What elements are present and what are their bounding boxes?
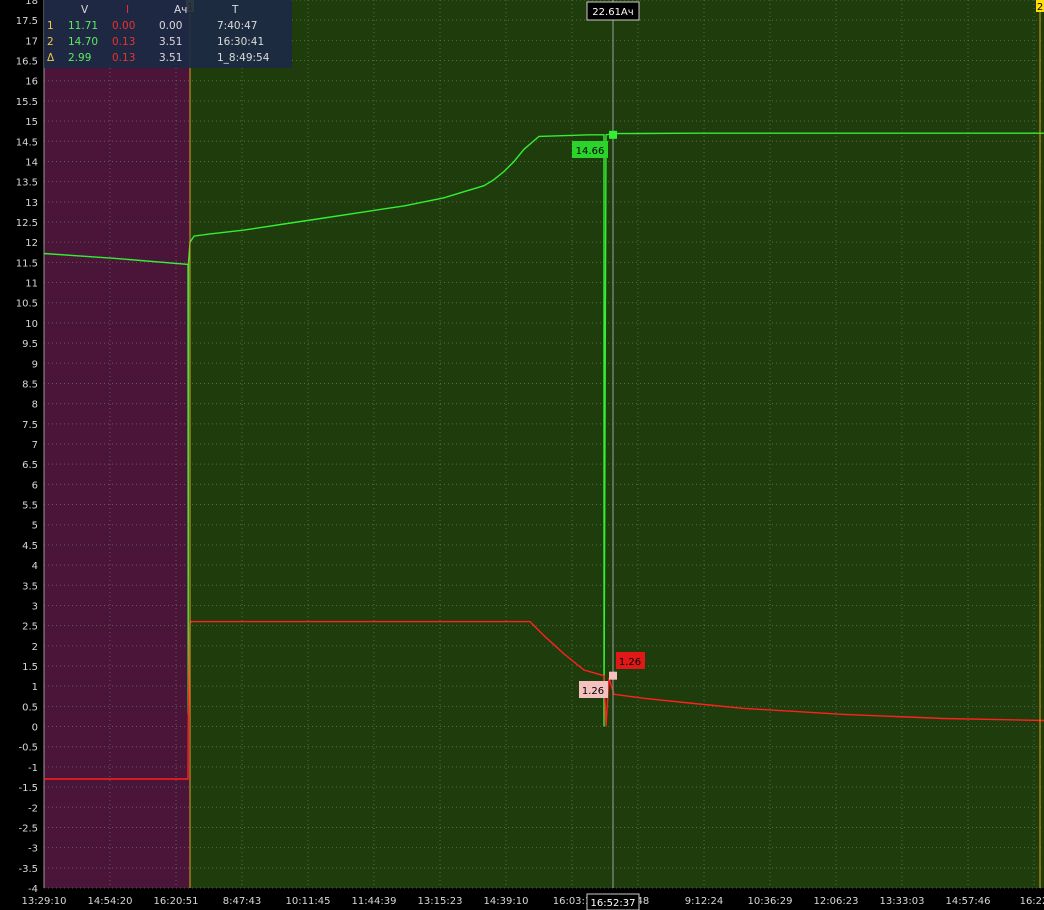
y-tick-label: 13 — [25, 198, 38, 209]
y-tick-label: 11.5 — [16, 258, 38, 269]
info-row1-id: 1 — [47, 20, 54, 32]
info-row1-t: 7:40:47 — [217, 20, 258, 32]
info-row2-id: 2 — [47, 36, 54, 48]
cursor-time-label: 16:52:37 — [591, 898, 636, 909]
x-tick-label: 16:20:51 — [154, 896, 199, 907]
current-value-label-right: 1.26 — [619, 657, 641, 668]
x-tick-label: 14:54:20 — [88, 896, 133, 907]
y-tick-label: 14 — [25, 157, 38, 168]
y-tick-label: 10.5 — [16, 299, 38, 310]
info-delta-id: Δ — [47, 52, 55, 64]
x-tick-label: 14:57:46 — [946, 896, 991, 907]
y-tick-label: 17.5 — [16, 16, 38, 27]
x-tick-label: 11:44:39 — [352, 896, 397, 907]
y-tick-label: 0 — [32, 723, 38, 734]
x-tick-label: 8:47:43 — [223, 896, 262, 907]
y-tick-label: -1.5 — [18, 783, 38, 794]
y-tick-label: 12.5 — [16, 218, 38, 229]
y-tick-label: 3 — [32, 601, 38, 612]
x-tick-label: 13:29:10 — [22, 896, 67, 907]
y-tick-label: 4.5 — [22, 541, 38, 552]
y-tick-label: 4 — [32, 561, 38, 572]
x-tick-label: 13:15:23 — [418, 896, 463, 907]
x-tick-label: 10:36:29 — [748, 896, 793, 907]
marker-2-label: 2 — [1037, 2, 1043, 13]
y-tick-label: 7.5 — [22, 420, 38, 431]
y-tick-label: -0.5 — [18, 743, 38, 754]
y-tick-label: 9.5 — [22, 339, 38, 350]
y-tick-label: -4 — [28, 884, 38, 895]
y-tick-label: 16.5 — [16, 57, 38, 68]
info-row1-ah: 0.00 — [159, 20, 183, 32]
y-tick-label: 15.5 — [16, 97, 38, 108]
info-delta-ah: 3.51 — [159, 52, 183, 64]
x-tick-label: 12:06:23 — [814, 896, 859, 907]
y-tick-label: -3 — [28, 844, 38, 855]
y-tick-label: 7 — [32, 440, 38, 451]
x-tick-label: 16:03:1 — [553, 896, 592, 907]
y-tick-label: 5 — [32, 521, 38, 532]
x-tick-label: 16:22 — [1020, 896, 1044, 907]
x-tick-label: 14:39:10 — [484, 896, 529, 907]
info-header-ah: Ач — [174, 4, 188, 16]
info-row1-v: 11.71 — [68, 20, 99, 32]
y-tick-label: 0.5 — [22, 702, 38, 713]
info-row2-v: 14.70 — [68, 36, 99, 48]
info-row1-i: 0.00 — [112, 20, 136, 32]
voltage-value-label: 14.66 — [576, 146, 605, 157]
chart-canvas: -4-3.5-3-2.5-2-1.5-1-0.500.511.522.533.5… — [0, 0, 1044, 910]
y-tick-label: 18 — [25, 0, 38, 7]
info-row2-t: 16:30:41 — [217, 36, 265, 48]
info-header-i: I — [126, 4, 130, 16]
info-row2-ah: 3.51 — [159, 36, 183, 48]
current-cursor-dot — [609, 671, 617, 680]
y-tick-label: 6 — [32, 480, 38, 491]
y-tick-label: 8.5 — [22, 379, 38, 390]
cursor-capacity-label: 22.61Ач — [592, 7, 633, 18]
y-tick-label: 15 — [25, 117, 38, 128]
x-tick-label: 13:33:03 — [880, 896, 925, 907]
y-tick-label: 2 — [32, 642, 38, 653]
info-header-v: V — [81, 4, 89, 16]
y-tick-label: 9 — [32, 359, 38, 370]
y-tick-label: 13.5 — [16, 178, 38, 189]
y-tick-label: 11 — [25, 279, 38, 290]
x-tick-label: 9:12:24 — [685, 896, 724, 907]
info-delta-v: 2.99 — [68, 52, 92, 64]
voltage-cursor-dot — [609, 130, 617, 139]
y-tick-label: 5.5 — [22, 501, 38, 512]
info-delta-i: 0.13 — [112, 52, 136, 64]
y-tick-label: -3.5 — [18, 864, 38, 875]
y-tick-label: 17 — [25, 36, 38, 47]
y-tick-label: 6.5 — [22, 460, 38, 471]
info-header-t: T — [232, 4, 239, 16]
info-table: V I Ач T 1 11.71 0.00 0.00 7:40:47 2 14.… — [44, 0, 292, 68]
info-delta-t: 1_8:49:54 — [217, 52, 270, 64]
x-tick-label: 10:11:45 — [286, 896, 331, 907]
y-tick-label: -2 — [28, 803, 38, 814]
y-tick-label: 12 — [25, 238, 38, 249]
y-tick-label: 10 — [25, 319, 38, 330]
y-tick-label: 8 — [32, 400, 38, 411]
current-value-label-left: 1.26 — [582, 686, 604, 697]
info-row2-i: 0.13 — [112, 36, 136, 48]
y-tick-label: 3.5 — [22, 581, 38, 592]
y-tick-label: -2.5 — [18, 823, 38, 834]
y-tick-label: 2.5 — [22, 622, 38, 633]
y-tick-label: 1 — [32, 682, 38, 693]
y-tick-label: 1.5 — [22, 662, 38, 673]
y-tick-label: 14.5 — [16, 137, 38, 148]
y-tick-label: -1 — [28, 763, 38, 774]
y-tick-label: 16 — [25, 77, 38, 88]
